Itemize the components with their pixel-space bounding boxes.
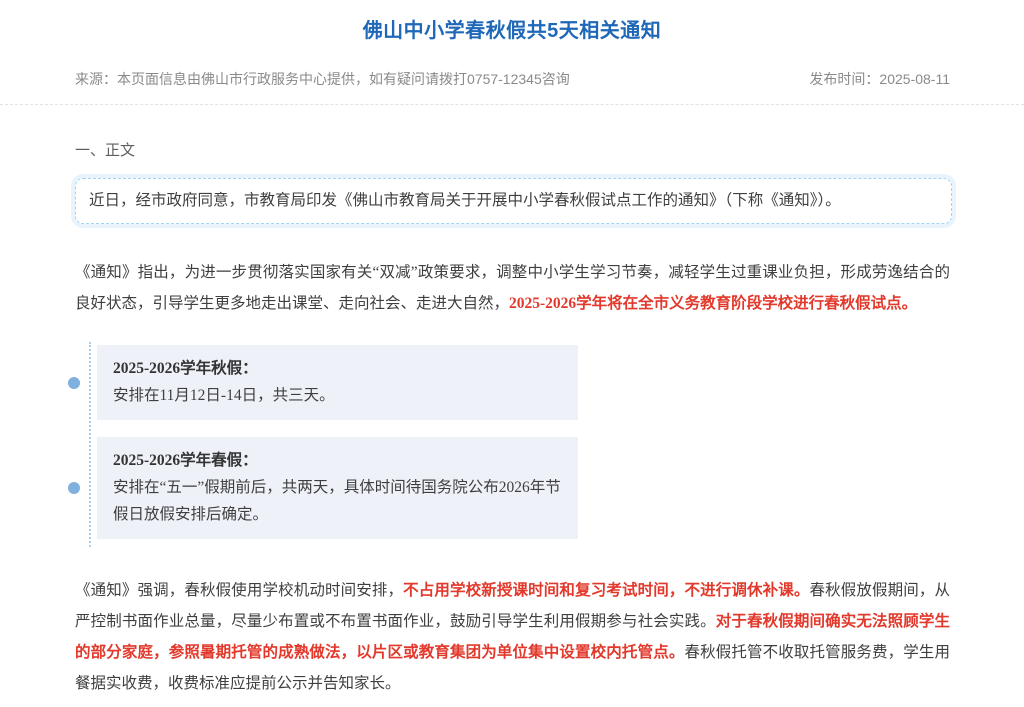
lead-summary-box: 近日，经市政府同意，市教育局印发《佛山市教育局关于开展中小学春秋假试点工作的通知…: [75, 178, 952, 224]
source-text: 来源：本页面信息由佛山市行政服务中心提供，如有疑问请拨打0757-12345咨询: [75, 69, 570, 89]
dashed-divider: [0, 104, 1024, 105]
publish-time: 发布时间：2025-08-11: [809, 69, 950, 89]
timeline-item-autumn: 2025-2026学年秋假： 安排在11月12日-14日，共三天。: [97, 345, 578, 420]
timeline-item-spring: 2025-2026学年春假： 安排在“五一”假期前后，共两天，具体时间待国务院公…: [97, 437, 578, 539]
spring-holiday-text: 安排在“五一”假期前后，共两天，具体时间待国务院公布2026年节假日放假安排后确…: [113, 474, 562, 528]
paragraph-2: 《通知》强调，春秋假使用学校机动时间安排，不占用学校新授课时间和复习考试时间，不…: [75, 575, 950, 699]
lead-summary-text: 近日，经市政府同意，市教育局印发《佛山市教育局关于开展中小学春秋假试点工作的通知…: [89, 192, 841, 209]
timeline-dot-icon: [68, 482, 80, 494]
paragraph-1-highlight: 2025-2026学年将在全市义务教育阶段学校进行春秋假试点。: [509, 295, 917, 312]
page-title: 佛山中小学春秋假共5天相关通知: [0, 0, 1024, 43]
spring-holiday-title: 2025-2026学年春假：: [113, 447, 562, 474]
paragraph-1: 《通知》指出，为进一步贯彻落实国家有关“双减”政策要求，调整中小学生学习节奏，减…: [75, 257, 950, 319]
paragraph-2-highlight-a: 不占用学校新授课时间和复习考试时间，不进行调休补课。: [403, 582, 809, 599]
autumn-holiday-title: 2025-2026学年秋假：: [113, 355, 562, 382]
autumn-holiday-text: 安排在11月12日-14日，共三天。: [113, 382, 562, 409]
timeline-dot-icon: [68, 377, 80, 389]
meta-row: 来源：本页面信息由佛山市行政服务中心提供，如有疑问请拨打0757-12345咨询…: [75, 69, 950, 89]
paragraph-2-text-a: 《通知》强调，春秋假使用学校机动时间安排，: [75, 582, 403, 599]
section-heading: 一、正文: [75, 139, 949, 160]
notice-page: 佛山中小学春秋假共5天相关通知 来源：本页面信息由佛山市行政服务中心提供，如有疑…: [0, 0, 1024, 707]
holiday-timeline: 2025-2026学年秋假： 安排在11月12日-14日，共三天。 2025-2…: [97, 345, 578, 539]
